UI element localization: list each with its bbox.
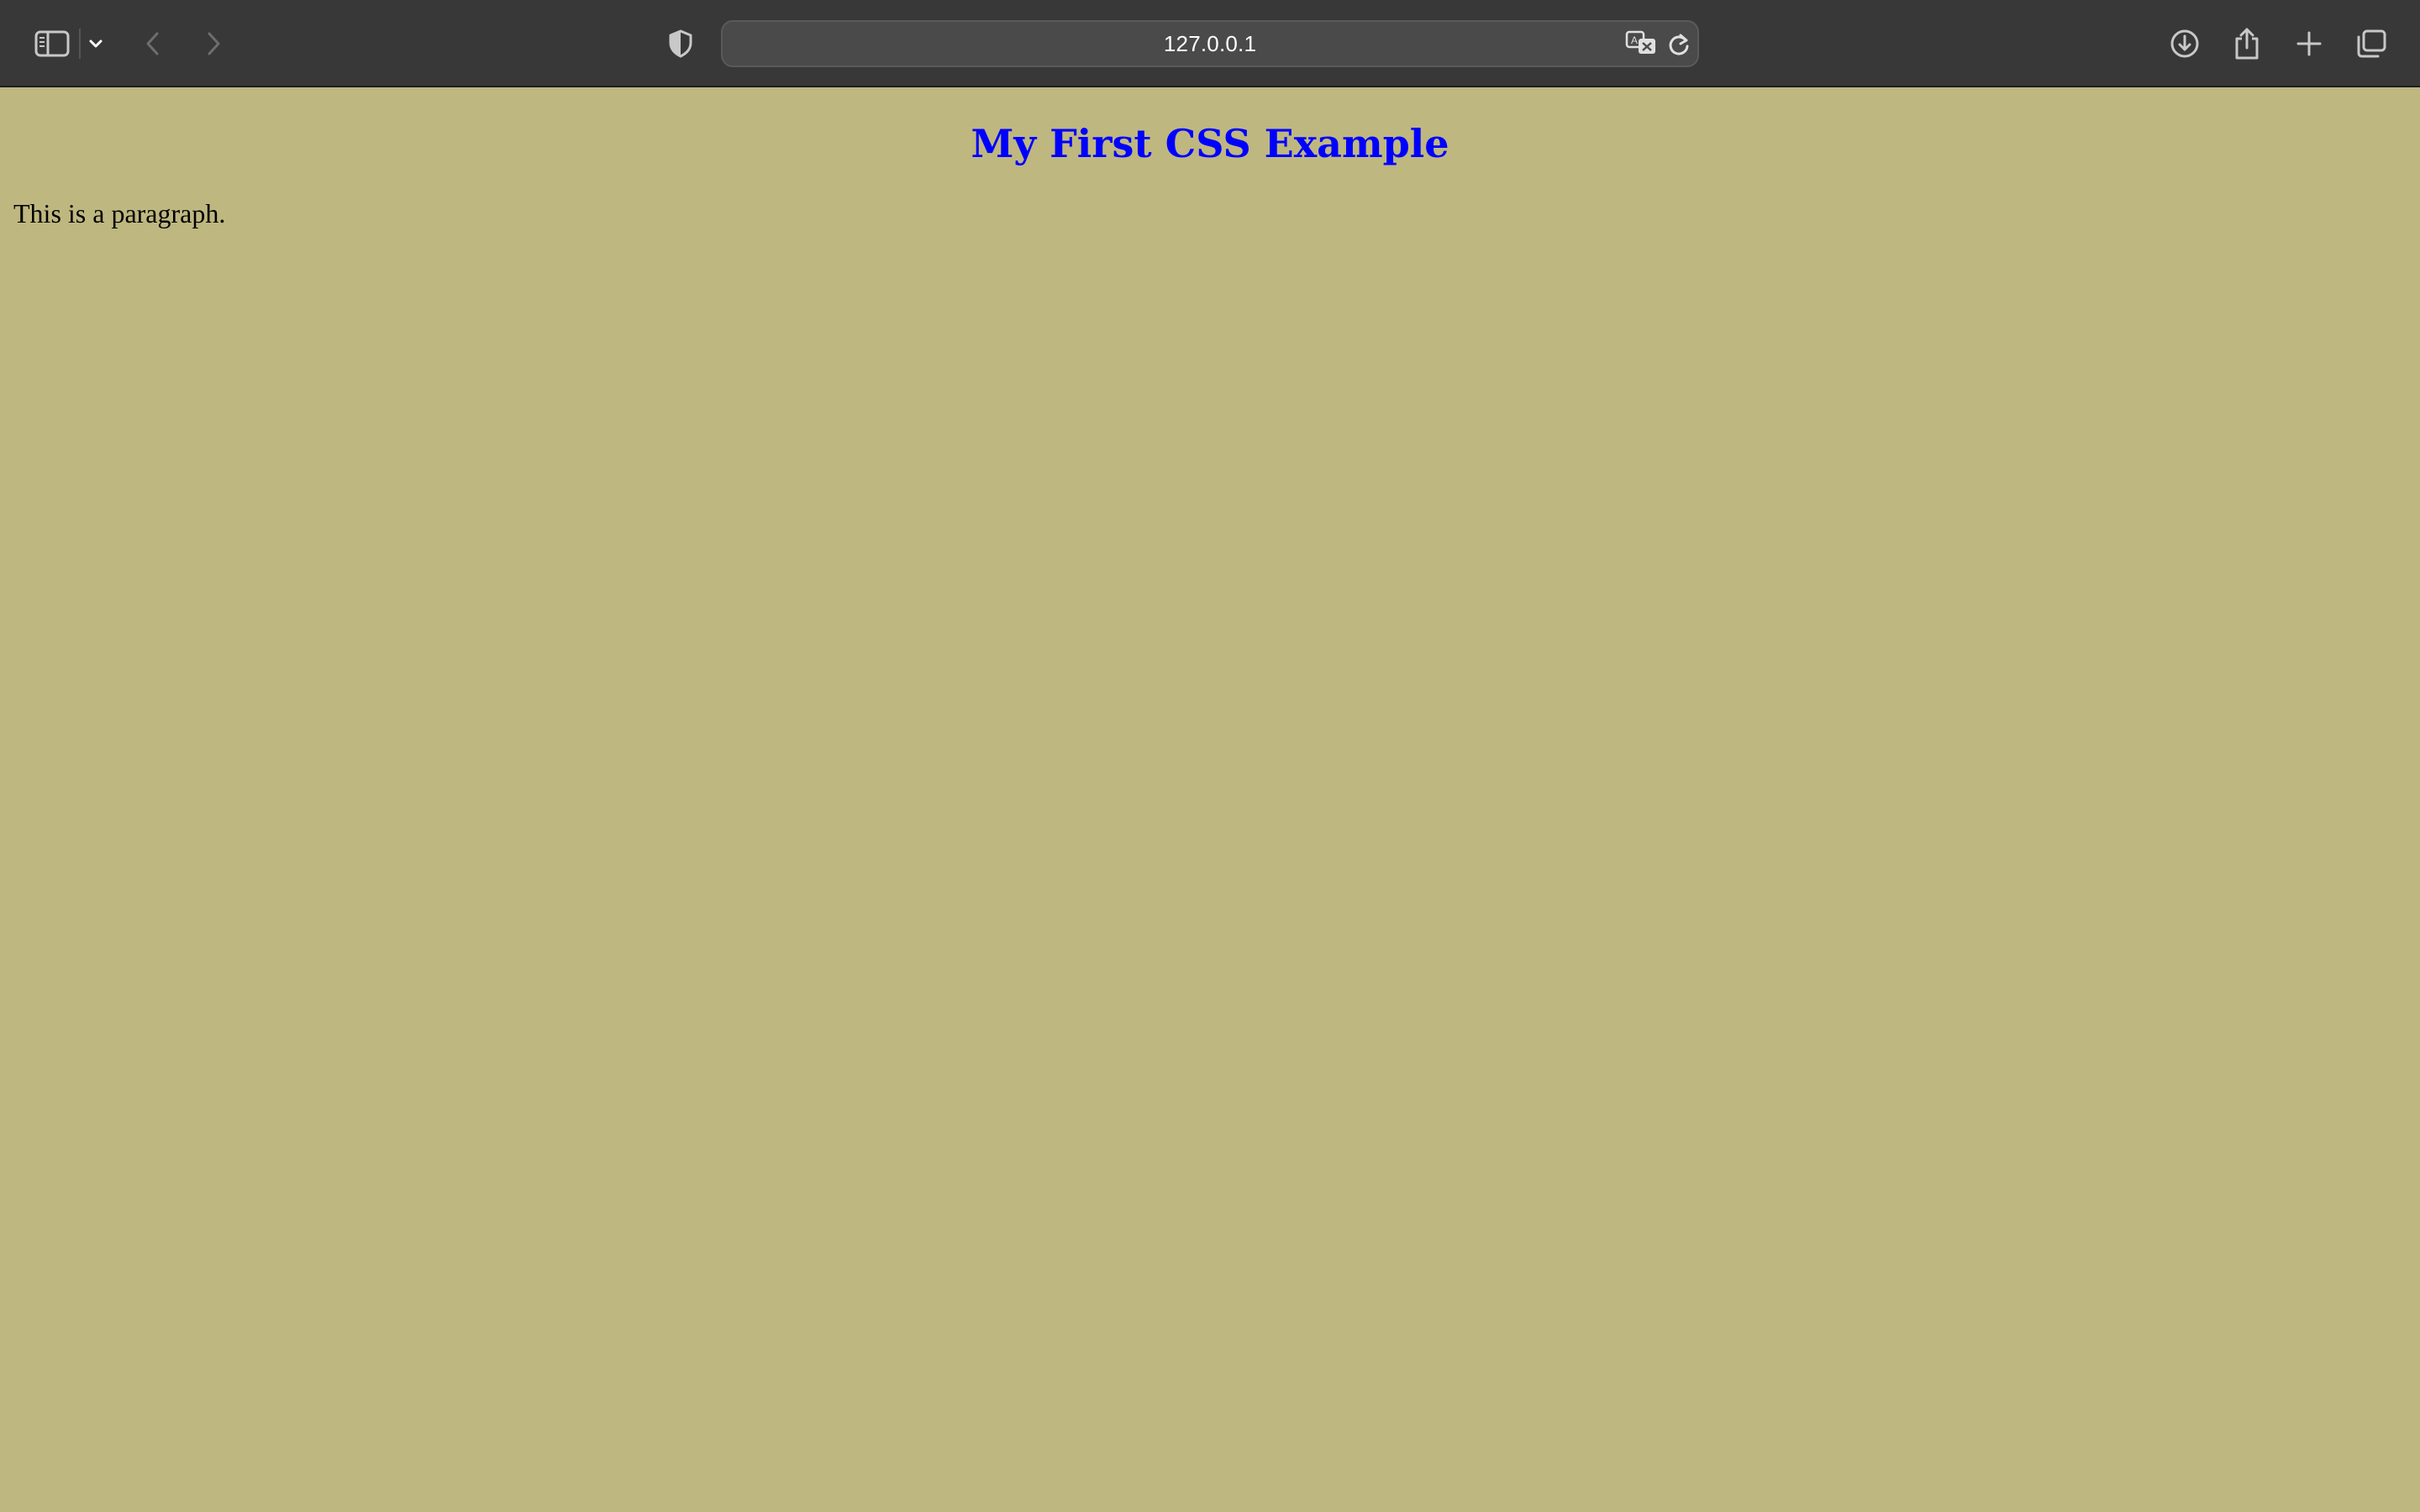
translate-icon[interactable]: A (1625, 30, 1659, 61)
page-heading: My First CSS Example (971, 121, 1449, 166)
browser-toolbar: 127.0.0.1 A (0, 0, 2420, 87)
new-tab-button[interactable] (2291, 25, 2328, 62)
downloads-button[interactable] (2166, 25, 2203, 62)
forward-arrow-icon (205, 30, 222, 57)
reload-icon[interactable] (1667, 32, 1691, 61)
address-bar-url: 127.0.0.1 (1163, 30, 1257, 56)
back-arrow-icon (145, 30, 161, 57)
tab-overview-button[interactable] (2353, 25, 2390, 62)
privacy-shield-icon (668, 29, 693, 58)
tab-overview-icon (2355, 29, 2387, 59)
download-icon (2170, 29, 2200, 59)
sidebar-toggle-button[interactable] (32, 25, 72, 62)
privacy-report-button[interactable] (664, 25, 697, 62)
forward-button[interactable] (198, 25, 229, 62)
page-paragraph: This is a paragraph. (13, 198, 226, 228)
share-icon (2233, 27, 2260, 60)
new-tab-icon (2296, 30, 2323, 57)
sidebar-menu-button[interactable] (86, 30, 106, 57)
back-button[interactable] (138, 25, 168, 62)
sidebar-icon (34, 30, 70, 57)
toolbar-divider (79, 29, 81, 59)
svg-text:A: A (1631, 34, 1638, 46)
address-bar[interactable]: 127.0.0.1 A (721, 20, 1699, 67)
web-page-content: My First CSS Example This is a paragraph… (0, 87, 2420, 1512)
share-button[interactable] (2228, 24, 2265, 64)
chevron-down-icon (88, 39, 103, 49)
